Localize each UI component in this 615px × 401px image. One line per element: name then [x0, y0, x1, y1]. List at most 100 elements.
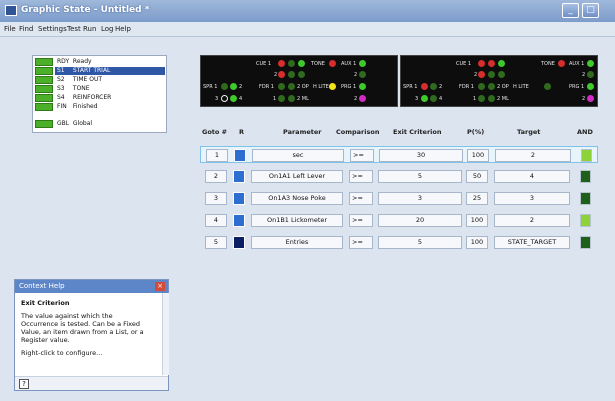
table-row[interactable]: 4 On1B1 Lickometer >= 20 100 2	[200, 212, 598, 229]
state-row-s3[interactable]: S3 TONE	[55, 85, 165, 93]
state-row-rdy[interactable]: RDY Ready	[55, 58, 165, 66]
prg-led[interactable]	[359, 83, 366, 90]
table-row[interactable]: 3 On1A3 Nose Poke >= 3 25 3	[200, 190, 598, 207]
r-toggle[interactable]	[233, 192, 245, 205]
target-field[interactable]: 3	[494, 192, 570, 205]
fdr-led[interactable]	[278, 95, 285, 102]
parameter-field[interactable]: On1B1 Lickometer	[251, 214, 343, 227]
close-icon[interactable]: ×	[155, 282, 165, 291]
exit-criterion-field[interactable]: 3	[378, 192, 462, 205]
fdr-led[interactable]	[488, 95, 495, 102]
aux-led[interactable]	[587, 60, 594, 67]
fdr-led[interactable]	[288, 83, 295, 90]
goto-field[interactable]: 2	[205, 170, 227, 183]
and-toggle[interactable]	[580, 214, 591, 227]
parameter-field[interactable]: sec	[252, 149, 344, 162]
menu-find[interactable]: Find	[19, 25, 33, 33]
aux-led[interactable]	[587, 71, 594, 78]
hlite-led[interactable]	[544, 83, 551, 90]
and-toggle[interactable]	[581, 149, 592, 162]
spr-led[interactable]	[430, 95, 437, 102]
cue-led[interactable]	[498, 71, 505, 78]
cue-led[interactable]	[288, 60, 295, 67]
parameter-field[interactable]: On1A3 Nose Poke	[251, 192, 343, 205]
spr-led[interactable]	[230, 95, 237, 102]
r-toggle[interactable]	[233, 170, 245, 183]
menu-settings[interactable]: Settings	[38, 25, 67, 33]
r-toggle[interactable]	[234, 149, 246, 162]
exit-criterion-field[interactable]: 30	[379, 149, 463, 162]
parameter-field[interactable]: Entries	[251, 236, 343, 249]
help-scrollbar[interactable]	[162, 293, 169, 375]
cue-led[interactable]	[278, 60, 285, 67]
table-row[interactable]: 5 Entries >= 5 100 STATE_TARGET	[200, 234, 598, 251]
state-row-s1[interactable]: S1 START TRIAL	[55, 67, 165, 75]
spr-led[interactable]	[230, 83, 237, 90]
fdr-led[interactable]	[288, 95, 295, 102]
fdr-led[interactable]	[278, 83, 285, 90]
comparison-field[interactable]: >=	[349, 236, 373, 249]
prg-led[interactable]	[587, 95, 594, 102]
minimize-button[interactable]: _	[562, 3, 579, 18]
target-field[interactable]: 4	[494, 170, 570, 183]
tone-led[interactable]	[329, 60, 336, 67]
spr-led[interactable]	[430, 83, 437, 90]
cue-led[interactable]	[478, 71, 485, 78]
cue-led[interactable]	[488, 71, 495, 78]
cue-led[interactable]	[488, 60, 495, 67]
probability-field[interactable]: 100	[466, 214, 488, 227]
spr-led[interactable]	[221, 83, 228, 90]
table-row[interactable]: 2 On1A1 Left Lever >= 5 50 4	[200, 168, 598, 185]
probability-field[interactable]: 25	[466, 192, 488, 205]
cue-led[interactable]	[288, 71, 295, 78]
r-toggle[interactable]	[233, 236, 245, 249]
goto-field[interactable]: 4	[205, 214, 227, 227]
comparison-field[interactable]: >=	[350, 149, 374, 162]
and-toggle[interactable]	[580, 236, 591, 249]
state-row-s2[interactable]: S2 TIME OUT	[55, 76, 165, 84]
spr-led[interactable]	[421, 95, 428, 102]
cue-led[interactable]	[498, 60, 505, 67]
state-row-s4[interactable]: S4 REINFORCER	[55, 94, 165, 102]
state-row-gbl[interactable]: GBL Global	[55, 120, 165, 128]
probability-field[interactable]: 100	[467, 149, 489, 162]
fdr-led[interactable]	[478, 95, 485, 102]
probability-field[interactable]: 50	[466, 170, 488, 183]
comparison-field[interactable]: >=	[349, 192, 373, 205]
goto-field[interactable]: 1	[206, 149, 228, 162]
target-field[interactable]: 2	[494, 214, 570, 227]
table-row[interactable]: 1 sec >= 30 100 2	[200, 146, 598, 163]
tone-led[interactable]	[558, 60, 565, 67]
exit-criterion-field[interactable]: 5	[378, 170, 462, 183]
comparison-field[interactable]: >=	[349, 170, 373, 183]
target-field[interactable]: 2	[495, 149, 571, 162]
goto-field[interactable]: 5	[205, 236, 227, 249]
exit-criterion-field[interactable]: 5	[378, 236, 462, 249]
aux-led[interactable]	[359, 71, 366, 78]
parameter-field[interactable]: On1A1 Left Lever	[251, 170, 343, 183]
and-toggle[interactable]	[580, 170, 591, 183]
menu-test-run[interactable]: Test Run	[67, 25, 96, 33]
target-field[interactable]: STATE_TARGET	[494, 236, 570, 249]
cue-led[interactable]	[478, 60, 485, 67]
spr-led[interactable]	[421, 83, 428, 90]
r-toggle[interactable]	[233, 214, 245, 227]
cue-led[interactable]	[278, 71, 285, 78]
menu-log[interactable]: Log	[101, 25, 114, 33]
comparison-field[interactable]: >=	[349, 214, 373, 227]
probability-field[interactable]: 100	[466, 236, 488, 249]
aux-led[interactable]	[359, 60, 366, 67]
help-question-icon[interactable]: ?	[19, 379, 29, 389]
maximize-button[interactable]: □	[582, 3, 599, 18]
state-row-fin[interactable]: FIN Finished	[55, 103, 165, 111]
fdr-led[interactable]	[488, 83, 495, 90]
goto-field[interactable]: 3	[205, 192, 227, 205]
cue-led[interactable]	[298, 60, 305, 67]
menu-file[interactable]: File	[4, 25, 16, 33]
prg-led[interactable]	[359, 95, 366, 102]
and-toggle[interactable]	[580, 192, 591, 205]
menu-help[interactable]: Help	[115, 25, 131, 33]
fdr-led[interactable]	[478, 83, 485, 90]
spr-led[interactable]	[221, 95, 228, 102]
cue-led[interactable]	[298, 71, 305, 78]
